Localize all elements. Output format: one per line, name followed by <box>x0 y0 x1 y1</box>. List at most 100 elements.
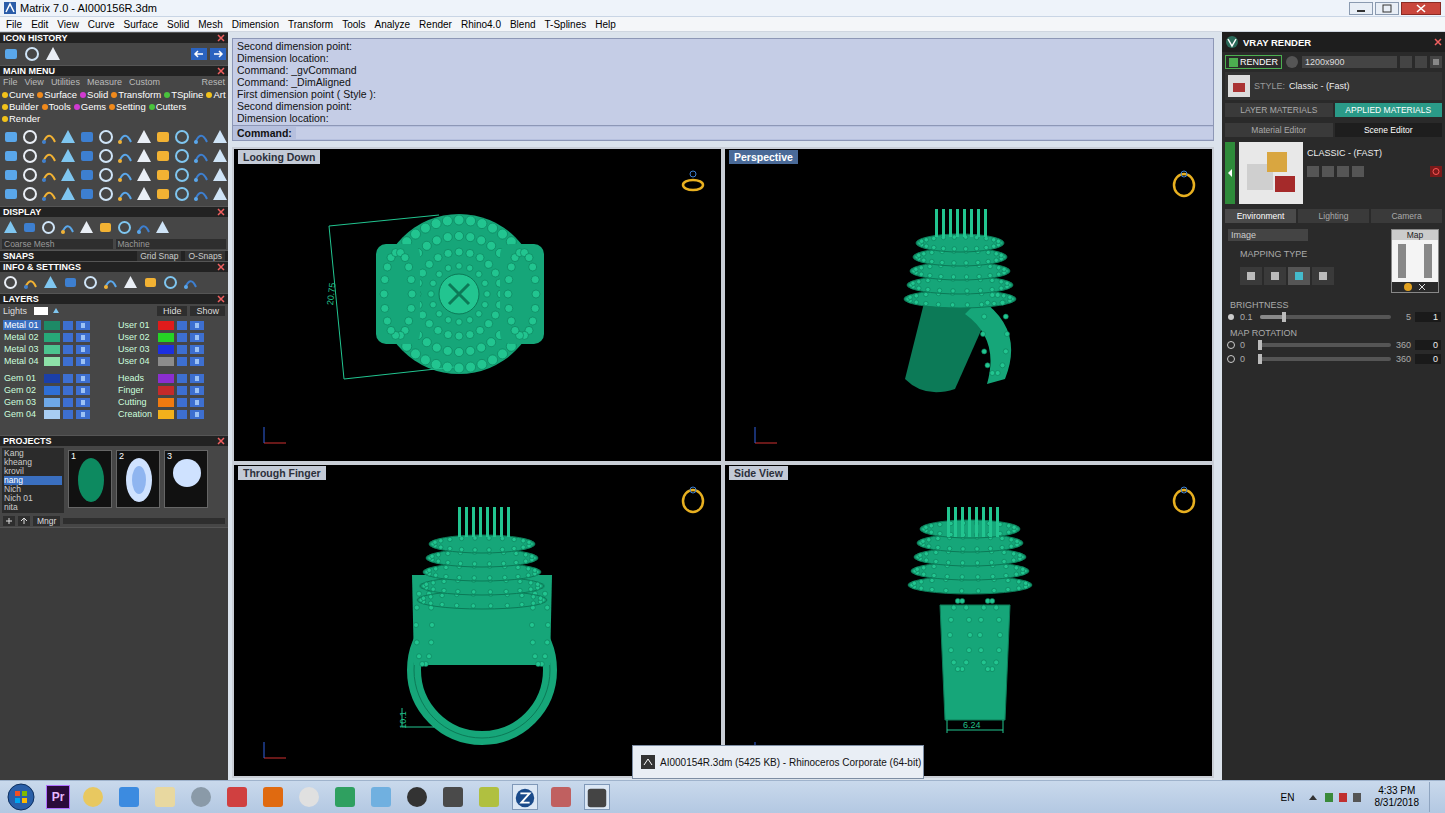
tray-icons[interactable] <box>1305 790 1365 804</box>
render-button[interactable]: RENDER <box>1225 55 1282 69</box>
tool-icon[interactable] <box>59 219 76 236</box>
layer-item[interactable]: Cutting <box>117 397 225 407</box>
slider-knob[interactable] <box>1282 312 1286 322</box>
tool-icon[interactable] <box>116 185 134 203</box>
category-item[interactable]: Gems <box>74 101 106 112</box>
tool-icon[interactable] <box>162 274 179 291</box>
tool-icon[interactable] <box>97 166 115 184</box>
tool-icon[interactable] <box>154 128 172 146</box>
tab[interactable]: LAYER MATERIALS <box>1225 103 1333 117</box>
tool-icon[interactable] <box>97 219 114 236</box>
tool-icon[interactable] <box>154 147 172 165</box>
project-item[interactable]: krovil <box>4 467 62 476</box>
tool-icon[interactable] <box>40 185 58 203</box>
lock-icon[interactable] <box>177 386 187 395</box>
tool-icon[interactable] <box>102 274 119 291</box>
lock-icon[interactable] <box>63 374 73 383</box>
visibility-icon[interactable] <box>190 374 204 383</box>
reset-icon[interactable] <box>1430 166 1442 177</box>
language-indicator[interactable]: EN <box>1281 792 1295 803</box>
visibility-icon[interactable] <box>76 357 90 366</box>
visibility-icon[interactable] <box>76 345 90 354</box>
layer-item[interactable]: Finger <box>117 385 225 395</box>
slider-knob[interactable] <box>1258 340 1262 350</box>
menu-item[interactable]: Edit <box>31 19 48 30</box>
tool-icon[interactable] <box>21 128 39 146</box>
tool-icon[interactable] <box>59 166 77 184</box>
menu-tab[interactable]: File <box>3 77 18 87</box>
mapping-icon[interactable] <box>1312 267 1334 285</box>
tool-icon[interactable] <box>2 45 20 63</box>
tool-icon[interactable] <box>21 219 38 236</box>
project-item[interactable]: nang <box>4 476 62 485</box>
tool-icon[interactable] <box>211 166 228 184</box>
tab[interactable]: Environment <box>1225 209 1296 223</box>
tool-icon[interactable] <box>97 147 115 165</box>
tool-icon[interactable] <box>78 147 96 165</box>
category-item[interactable]: Builder <box>2 101 39 112</box>
layer-item[interactable]: Metal 02 <box>3 332 111 342</box>
tool-icon[interactable] <box>78 219 95 236</box>
layer-item[interactable]: Metal 04 <box>3 356 111 366</box>
project-item[interactable]: kheang <box>4 458 62 467</box>
tool-icon[interactable] <box>122 274 139 291</box>
taskbar-app-icon[interactable] <box>440 784 466 810</box>
taskbar-app-icon[interactable] <box>476 784 502 810</box>
taskbar-app-icon[interactable] <box>584 784 610 810</box>
tool-icon[interactable] <box>135 166 153 184</box>
tool-icon[interactable] <box>21 166 39 184</box>
project-item[interactable]: Kang <box>4 449 62 458</box>
tool-icon[interactable] <box>2 128 20 146</box>
taskbar-app-icon[interactable] <box>332 784 358 810</box>
map-box[interactable]: Map <box>1391 229 1439 293</box>
mapping-icon[interactable] <box>1240 267 1262 285</box>
taskbar-app-icon[interactable] <box>152 784 178 810</box>
clear-icon[interactable] <box>1416 282 1428 292</box>
tool-icon[interactable] <box>2 166 20 184</box>
show-desktop-button[interactable] <box>1429 782 1439 812</box>
tab[interactable]: APPLIED MATERIALS <box>1335 103 1443 117</box>
slider-track[interactable] <box>1260 343 1391 347</box>
tool-icon[interactable] <box>62 274 79 291</box>
mode-dropdown[interactable]: Machine <box>116 239 227 249</box>
close-icon[interactable] <box>217 263 225 271</box>
premiere-app[interactable]: Pr <box>46 785 70 809</box>
tool-icon[interactable] <box>40 166 58 184</box>
menu-item[interactable]: Blend <box>510 19 536 30</box>
tool-icon[interactable] <box>192 147 210 165</box>
category-item[interactable]: Surface <box>37 89 77 100</box>
grid-snap-toggle[interactable]: Grid Snap <box>137 251 181 261</box>
close-icon[interactable] <box>217 295 225 303</box>
layer-item[interactable]: Gem 04 <box>3 409 111 419</box>
show-button[interactable]: Show <box>190 306 225 316</box>
visibility-icon[interactable] <box>76 386 90 395</box>
menu-item[interactable]: Help <box>595 19 616 30</box>
menu-item[interactable]: Curve <box>88 19 115 30</box>
taskbar-app-icon[interactable] <box>260 784 286 810</box>
lock-icon[interactable] <box>63 410 73 419</box>
visibility-icon[interactable] <box>190 386 204 395</box>
tool-icon[interactable] <box>40 128 58 146</box>
lock-icon[interactable] <box>177 345 187 354</box>
layer-item[interactable]: Gem 02 <box>3 385 111 395</box>
visibility-icon[interactable] <box>190 333 204 342</box>
menu-icon[interactable] <box>1430 56 1442 68</box>
visibility-icon[interactable] <box>190 345 204 354</box>
menu-item[interactable]: T-Splines <box>545 19 587 30</box>
tool-icon[interactable] <box>97 185 115 203</box>
copy-icon[interactable] <box>1337 166 1349 177</box>
expand-tab-icon[interactable] <box>1225 142 1235 204</box>
tool-icon[interactable] <box>182 274 199 291</box>
slider-track[interactable] <box>1260 315 1391 319</box>
menu-item[interactable]: Dimension <box>232 19 279 30</box>
slider-value[interactable]: 1 <box>1415 312 1441 322</box>
project-item[interactable]: Nich <box>4 485 62 494</box>
viewport[interactable]: Looking Down20.75 <box>234 149 721 461</box>
menu-tab[interactable]: Measure <box>87 77 122 87</box>
menu-item[interactable]: Tools <box>342 19 365 30</box>
manager-button[interactable]: Mngr <box>33 516 60 526</box>
resolution-dropdown[interactable]: 1200x900 <box>1302 56 1397 68</box>
back-arrow-icon[interactable] <box>191 48 207 60</box>
tool-icon[interactable] <box>192 166 210 184</box>
visibility-icon[interactable] <box>76 321 90 330</box>
